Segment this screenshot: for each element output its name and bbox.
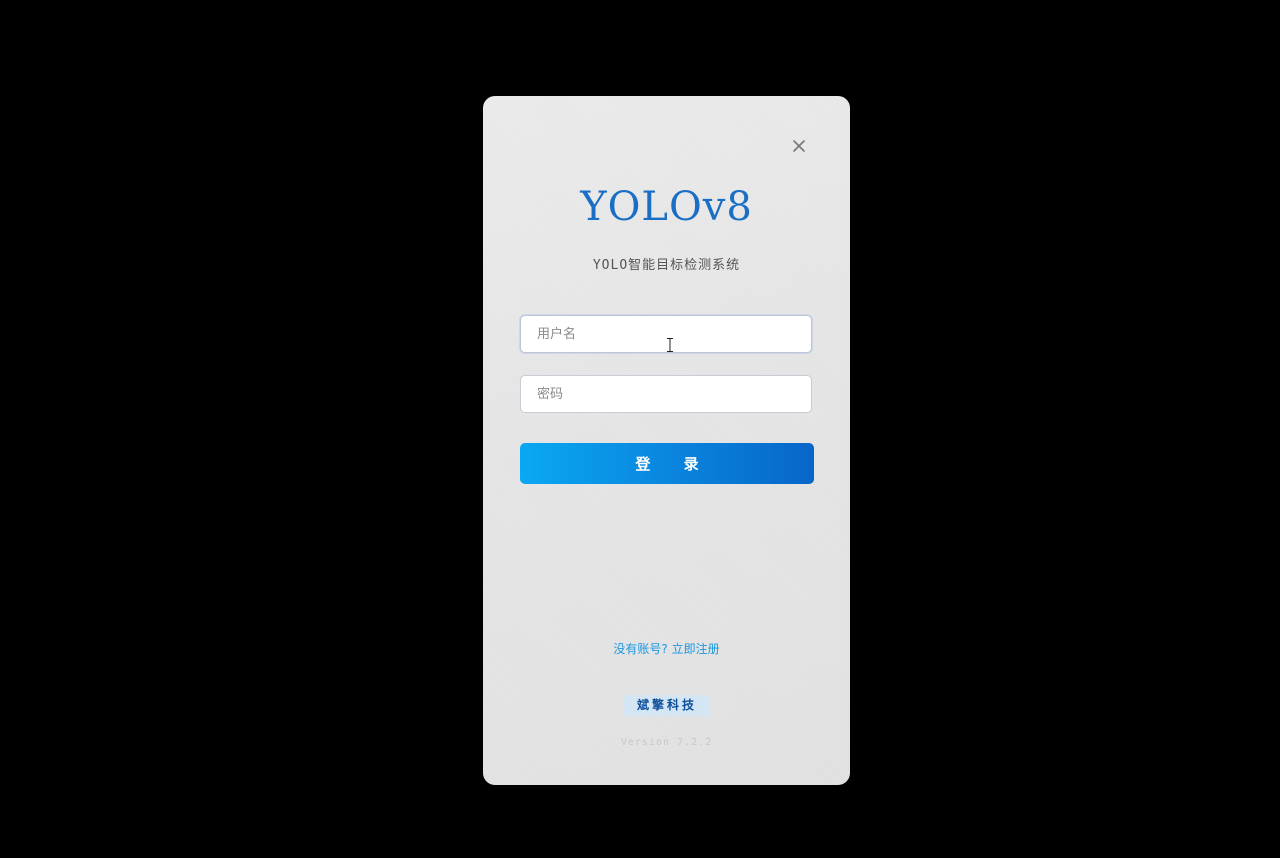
app-subtitle: YOLO智能目标检测系统: [592, 258, 741, 273]
app-title: YOLOv8: [580, 184, 753, 230]
version-text: Version 7.2.2: [620, 737, 713, 748]
text-cursor-icon: [667, 338, 673, 352]
brand-badge: 斌擎科技: [624, 695, 710, 716]
screen: YOLOv8 YOLO智能目标检测系统 登 录 没有账号? 立即注册 斌擎科技 …: [0, 0, 1280, 858]
login-dialog: YOLOv8 YOLO智能目标检测系统 登 录 没有账号? 立即注册 斌擎科技 …: [483, 96, 850, 785]
close-icon: [793, 140, 805, 152]
close-button[interactable]: [789, 136, 809, 156]
register-link[interactable]: 没有账号? 立即注册: [483, 640, 850, 657]
login-button[interactable]: 登 录: [520, 443, 814, 484]
password-input[interactable]: [520, 375, 812, 413]
